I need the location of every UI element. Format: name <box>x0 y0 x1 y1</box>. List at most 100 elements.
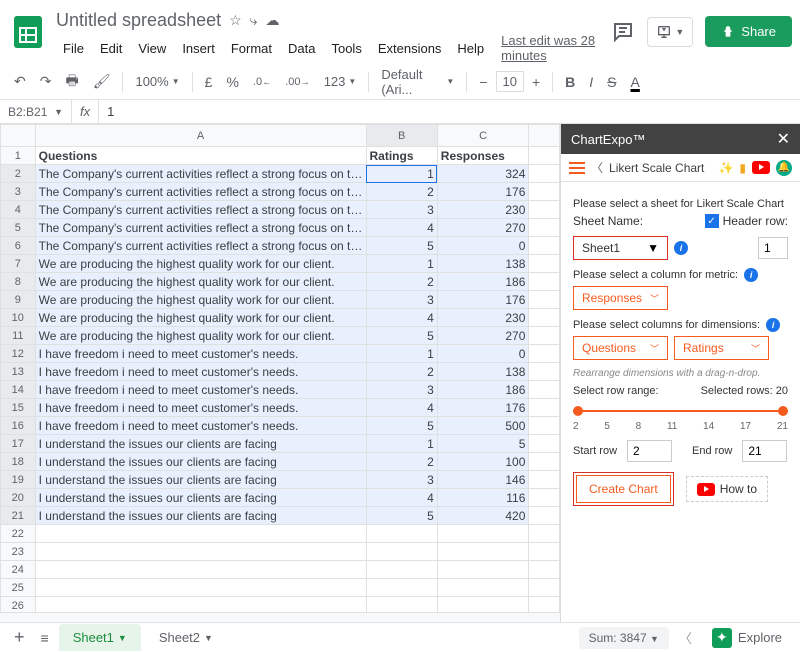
row-header[interactable]: 9 <box>1 291 36 309</box>
add-sheet-icon[interactable]: + <box>8 623 31 652</box>
bold-icon[interactable]: B <box>559 70 581 94</box>
row-header[interactable]: 14 <box>1 381 36 399</box>
cell[interactable]: Ratings <box>366 147 437 165</box>
cell[interactable]: I have freedom i need to meet customer's… <box>35 399 366 417</box>
col-header-a[interactable]: A <box>35 125 366 147</box>
palette-icon[interactable]: ▮ <box>739 161 746 175</box>
cell[interactable] <box>529 309 560 327</box>
cell[interactable]: 420 <box>437 507 529 525</box>
cell[interactable]: 4 <box>366 489 437 507</box>
cell[interactable] <box>529 381 560 399</box>
row-header[interactable]: 26 <box>1 597 36 613</box>
cell[interactable] <box>529 453 560 471</box>
menu-format[interactable]: Format <box>224 37 279 60</box>
cell[interactable]: I have freedom i need to meet customer's… <box>35 345 366 363</box>
spreadsheet-grid[interactable]: A B C 1 Questions Ratings Responses 2 Th… <box>0 124 560 622</box>
header-row-checkbox[interactable]: ✓ <box>705 214 719 228</box>
cell[interactable] <box>529 219 560 237</box>
cell[interactable] <box>529 237 560 255</box>
cell[interactable]: I understand the issues our clients are … <box>35 489 366 507</box>
cell[interactable] <box>366 579 437 597</box>
cell[interactable] <box>437 597 529 613</box>
cell[interactable]: 4 <box>366 399 437 417</box>
cell[interactable]: 5 <box>437 435 529 453</box>
row-header[interactable]: 18 <box>1 453 36 471</box>
cell[interactable] <box>437 561 529 579</box>
howto-button[interactable]: How to <box>686 476 768 502</box>
cell[interactable]: 186 <box>437 381 529 399</box>
cell[interactable]: I understand the issues our clients are … <box>35 435 366 453</box>
select-all-corner[interactable] <box>1 125 36 147</box>
metric-dropdown[interactable]: Responses﹀ <box>573 286 668 310</box>
cell[interactable] <box>366 525 437 543</box>
horizontal-scrollbar[interactable] <box>0 612 560 622</box>
row-header[interactable]: 2 <box>1 165 36 183</box>
row-header[interactable]: 20 <box>1 489 36 507</box>
cell[interactable]: The Company's current activities reflect… <box>35 165 366 183</box>
cell[interactable]: 0 <box>437 237 529 255</box>
currency-icon[interactable]: £ <box>199 70 219 94</box>
cell[interactable] <box>529 327 560 345</box>
redo-icon[interactable]: ↷ <box>34 69 58 94</box>
cell[interactable] <box>529 399 560 417</box>
row-range-slider[interactable] <box>573 405 788 417</box>
cell[interactable]: The Company's current activities reflect… <box>35 183 366 201</box>
last-edit-link[interactable]: Last edit was 28 minutes <box>501 33 611 63</box>
cell[interactable]: 2 <box>366 183 437 201</box>
cell[interactable]: 230 <box>437 201 529 219</box>
font-size-input[interactable]: 10 <box>496 71 524 92</box>
share-button[interactable]: Share <box>705 16 792 47</box>
cell[interactable] <box>529 489 560 507</box>
percent-icon[interactable]: % <box>220 70 244 94</box>
row-header[interactable]: 6 <box>1 237 36 255</box>
cell[interactable] <box>437 543 529 561</box>
font-dropdown[interactable]: Default (Ari...▼ <box>375 63 460 101</box>
cell[interactable]: We are producing the highest quality wor… <box>35 255 366 273</box>
cell[interactable] <box>529 471 560 489</box>
cell[interactable] <box>35 543 366 561</box>
cell[interactable] <box>366 561 437 579</box>
bell-icon[interactable]: 🔔 <box>776 160 792 176</box>
cell[interactable]: 4 <box>366 309 437 327</box>
row-header[interactable]: 7 <box>1 255 36 273</box>
info-icon[interactable]: i <box>674 241 688 255</box>
cell[interactable] <box>529 435 560 453</box>
cell[interactable]: I understand the issues our clients are … <box>35 453 366 471</box>
cell[interactable]: 116 <box>437 489 529 507</box>
cell[interactable]: 3 <box>366 291 437 309</box>
explore-button[interactable]: ✦ Explore <box>702 624 792 652</box>
sum-display[interactable]: Sum: 3847 ▼ <box>579 627 669 649</box>
cell[interactable]: 3 <box>366 471 437 489</box>
cell[interactable]: 1 <box>366 345 437 363</box>
cell[interactable]: 176 <box>437 183 529 201</box>
sidebar-toggle-icon[interactable]: 〈 <box>679 628 692 647</box>
cell[interactable] <box>529 291 560 309</box>
row-header[interactable]: 16 <box>1 417 36 435</box>
start-row-input[interactable] <box>627 440 672 462</box>
cell[interactable]: I have freedom i need to meet customer's… <box>35 417 366 435</box>
document-title[interactable]: Untitled spreadsheet <box>56 10 221 31</box>
cell[interactable]: 3 <box>366 201 437 219</box>
cell[interactable] <box>529 255 560 273</box>
cell[interactable] <box>529 579 560 597</box>
cell[interactable]: 270 <box>437 219 529 237</box>
cell[interactable] <box>529 183 560 201</box>
row-header[interactable]: 21 <box>1 507 36 525</box>
dimension2-dropdown[interactable]: Ratings﹀ <box>674 336 769 360</box>
cell[interactable]: 0 <box>437 345 529 363</box>
row-header[interactable]: 1 <box>1 147 36 165</box>
cell[interactable]: I have freedom i need to meet customer's… <box>35 363 366 381</box>
sheet-name-dropdown[interactable]: Sheet1▼ <box>573 236 668 260</box>
cell[interactable] <box>529 417 560 435</box>
menu-file[interactable]: File <box>56 37 91 60</box>
font-size-plus[interactable]: + <box>526 70 546 94</box>
menu-edit[interactable]: Edit <box>93 37 129 60</box>
cell[interactable]: Questions <box>35 147 366 165</box>
cell[interactable]: 2 <box>366 453 437 471</box>
cell[interactable]: I understand the issues our clients are … <box>35 507 366 525</box>
cell[interactable] <box>529 543 560 561</box>
cell[interactable]: We are producing the highest quality wor… <box>35 291 366 309</box>
cell[interactable]: We are producing the highest quality wor… <box>35 273 366 291</box>
cell[interactable]: 5 <box>366 417 437 435</box>
cell[interactable] <box>437 579 529 597</box>
